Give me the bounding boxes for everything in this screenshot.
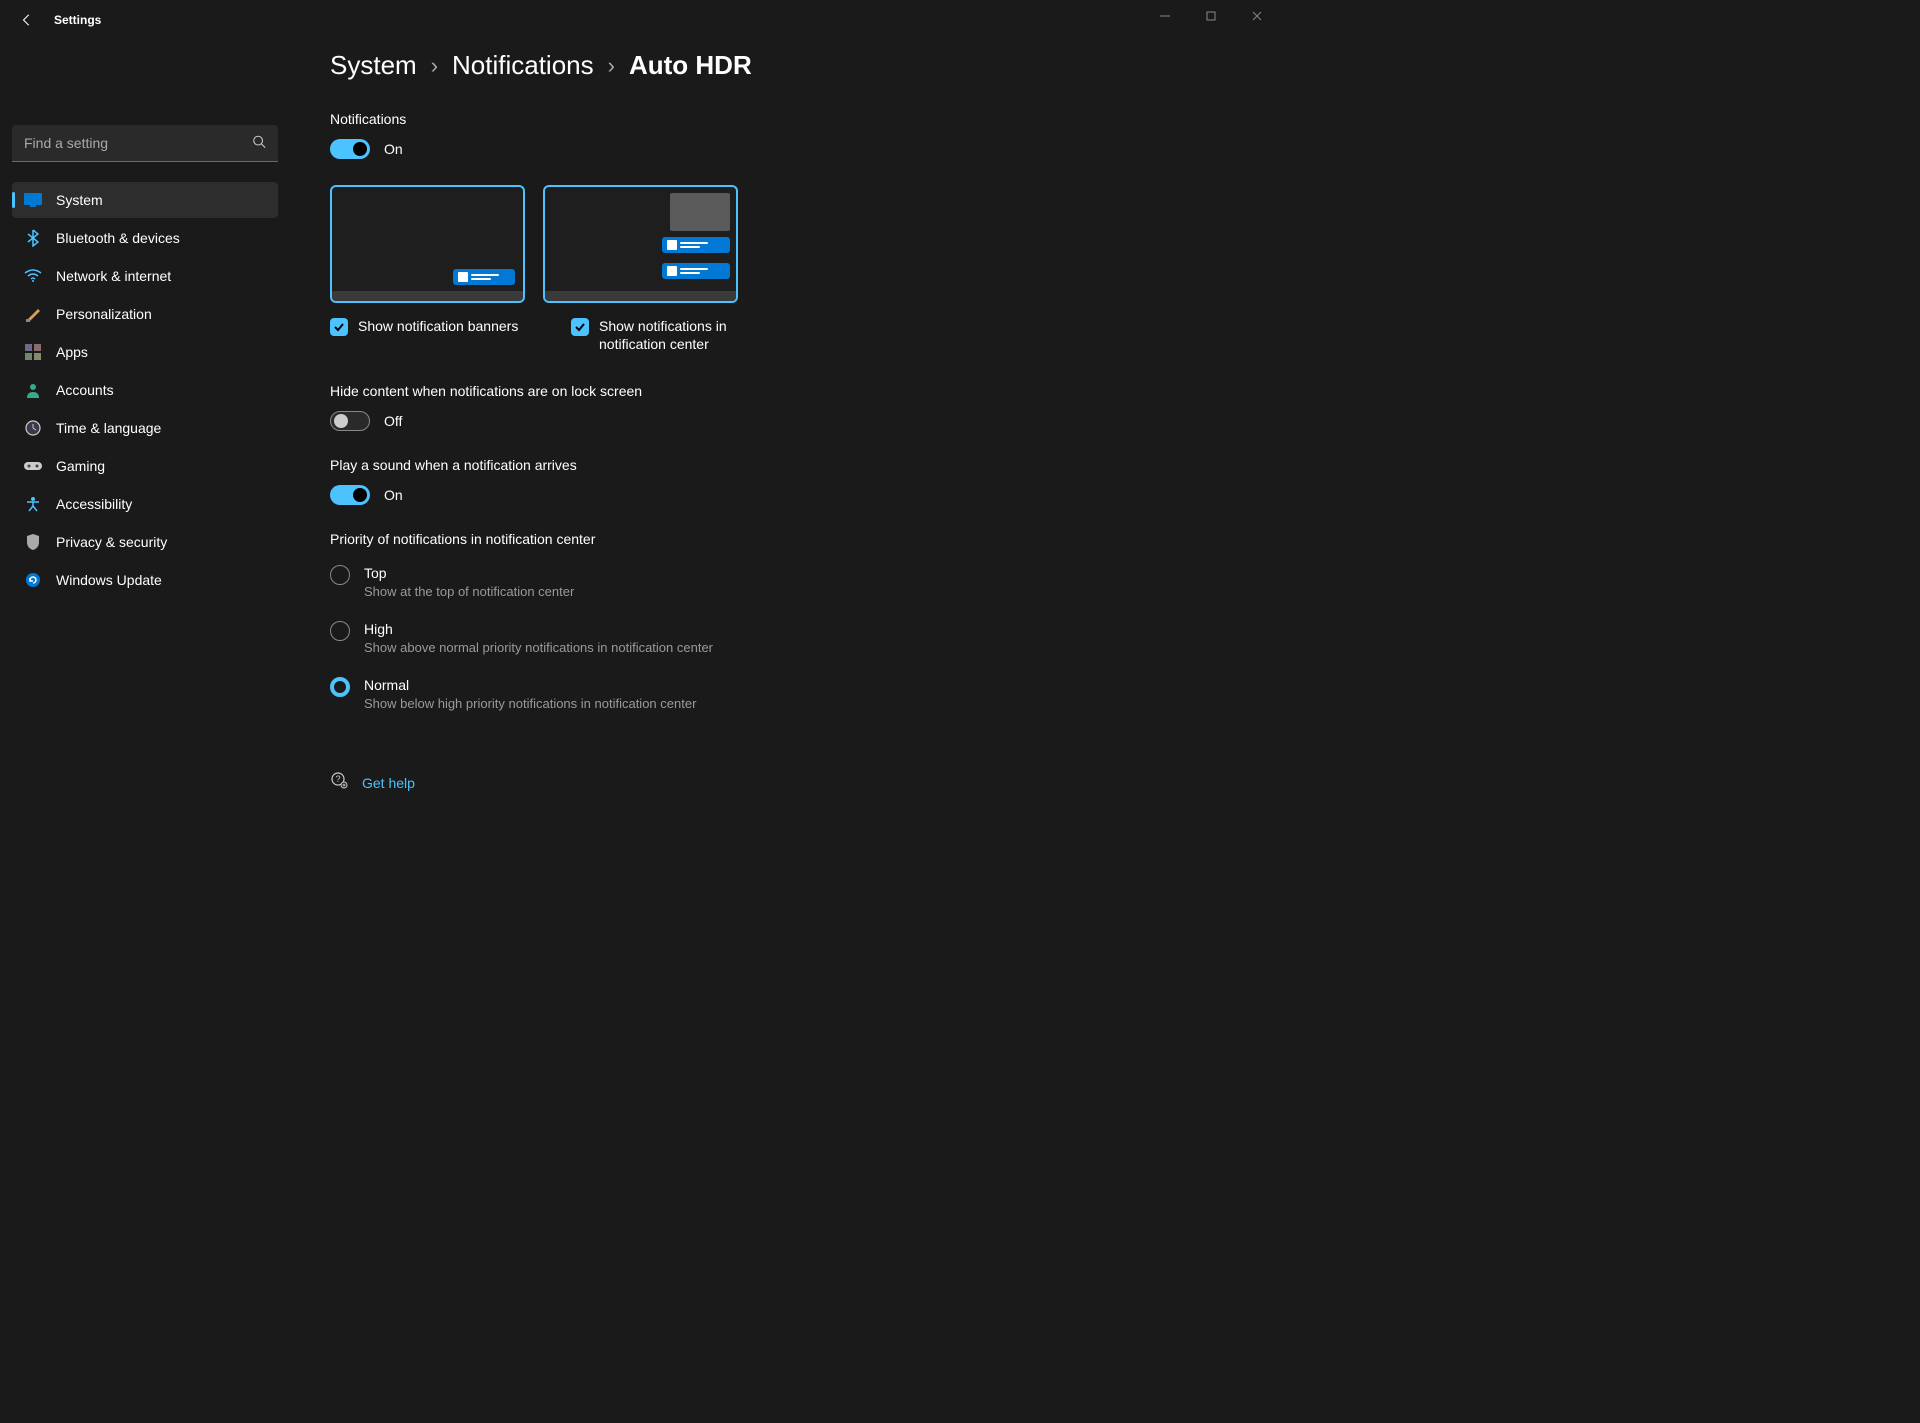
sidebar-item-label: Network & internet [56,268,171,284]
toggle-state-label: Off [384,413,402,429]
sidebar-item-accounts[interactable]: Accounts [12,372,278,408]
priority-label: Priority of notifications in notificatio… [330,531,1240,547]
sidebar-item-update[interactable]: Windows Update [12,562,278,598]
main-content: System › Notifications › Auto HDR Notifi… [290,40,1280,949]
radio-top[interactable]: Top Show at the top of notification cent… [330,565,1240,599]
sidebar-item-label: Bluetooth & devices [56,230,180,246]
radio-description: Show above normal priority notifications… [364,640,713,655]
show-banners-checkbox[interactable] [330,318,348,336]
sidebar-item-label: Accessibility [56,496,132,512]
titlebar: Settings [0,0,1280,40]
minimize-button[interactable] [1142,0,1188,32]
clock-icon [24,419,42,437]
person-icon [24,381,42,399]
checkbox-label: Show notification banners [358,317,518,335]
window-title: Settings [54,13,101,27]
gamepad-icon [24,457,42,475]
sidebar-item-label: Time & language [56,420,161,436]
sidebar-item-personalization[interactable]: Personalization [12,296,278,332]
breadcrumb-current: Auto HDR [629,50,752,81]
maximize-button[interactable] [1188,0,1234,32]
hide-content-toggle[interactable] [330,411,370,431]
sidebar-item-label: Personalization [56,306,152,322]
search-input[interactable] [12,125,278,162]
sidebar-item-accessibility[interactable]: Accessibility [12,486,278,522]
sidebar: System Bluetooth & devices Network & int… [0,40,290,949]
wifi-icon [24,267,42,285]
radio-indicator [330,621,350,641]
chevron-right-icon: › [431,53,438,79]
sidebar-item-label: Apps [56,344,88,360]
sidebar-item-time[interactable]: Time & language [12,410,278,446]
sidebar-item-network[interactable]: Network & internet [12,258,278,294]
radio-indicator [330,565,350,585]
sidebar-item-apps[interactable]: Apps [12,334,278,370]
radio-label: High [364,621,713,637]
toggle-state-label: On [384,141,403,157]
get-help-link[interactable]: ? Get help [330,771,1240,794]
radio-normal[interactable]: Normal Show below high priority notifica… [330,677,1240,711]
radio-label: Top [364,565,574,581]
play-sound-toggle[interactable] [330,485,370,505]
play-sound-label: Play a sound when a notification arrives [330,457,1240,473]
back-button[interactable] [20,13,34,27]
show-center-checkbox[interactable] [571,318,589,336]
help-label: Get help [362,775,415,791]
sidebar-item-privacy[interactable]: Privacy & security [12,524,278,560]
chevron-right-icon: › [608,53,615,79]
breadcrumb: System › Notifications › Auto HDR [330,50,1240,81]
radio-description: Show below high priority notifications i… [364,696,696,711]
sidebar-item-label: Accounts [56,382,114,398]
checkbox-label: Show notifications in notification cente… [599,317,766,353]
breadcrumb-system[interactable]: System [330,50,417,81]
notifications-label: Notifications [330,111,1240,127]
preview-center[interactable] [543,185,738,303]
bluetooth-icon [24,229,42,247]
preview-cards [330,185,1240,303]
sidebar-item-bluetooth[interactable]: Bluetooth & devices [12,220,278,256]
sidebar-item-gaming[interactable]: Gaming [12,448,278,484]
close-button[interactable] [1234,0,1280,32]
help-icon: ? [330,771,348,794]
svg-text:?: ? [335,774,340,784]
hide-content-label: Hide content when notifications are on l… [330,383,1240,399]
sidebar-item-system[interactable]: System [12,182,278,218]
sidebar-item-label: Gaming [56,458,105,474]
update-icon [24,571,42,589]
shield-icon [24,533,42,551]
display-icon [24,191,42,209]
radio-indicator [330,677,350,697]
sidebar-item-label: Windows Update [56,572,162,588]
brush-icon [24,305,42,323]
radio-high[interactable]: High Show above normal priority notifica… [330,621,1240,655]
search-icon [252,134,266,153]
preview-banner[interactable] [330,185,525,303]
radio-description: Show at the top of notification center [364,584,574,599]
sidebar-item-label: Privacy & security [56,534,167,550]
accessibility-icon [24,495,42,513]
notifications-toggle[interactable] [330,139,370,159]
toggle-state-label: On [384,487,403,503]
radio-label: Normal [364,677,696,693]
breadcrumb-notifications[interactable]: Notifications [452,50,594,81]
sidebar-item-label: System [56,192,103,208]
window-controls [1142,0,1280,32]
apps-icon [24,343,42,361]
